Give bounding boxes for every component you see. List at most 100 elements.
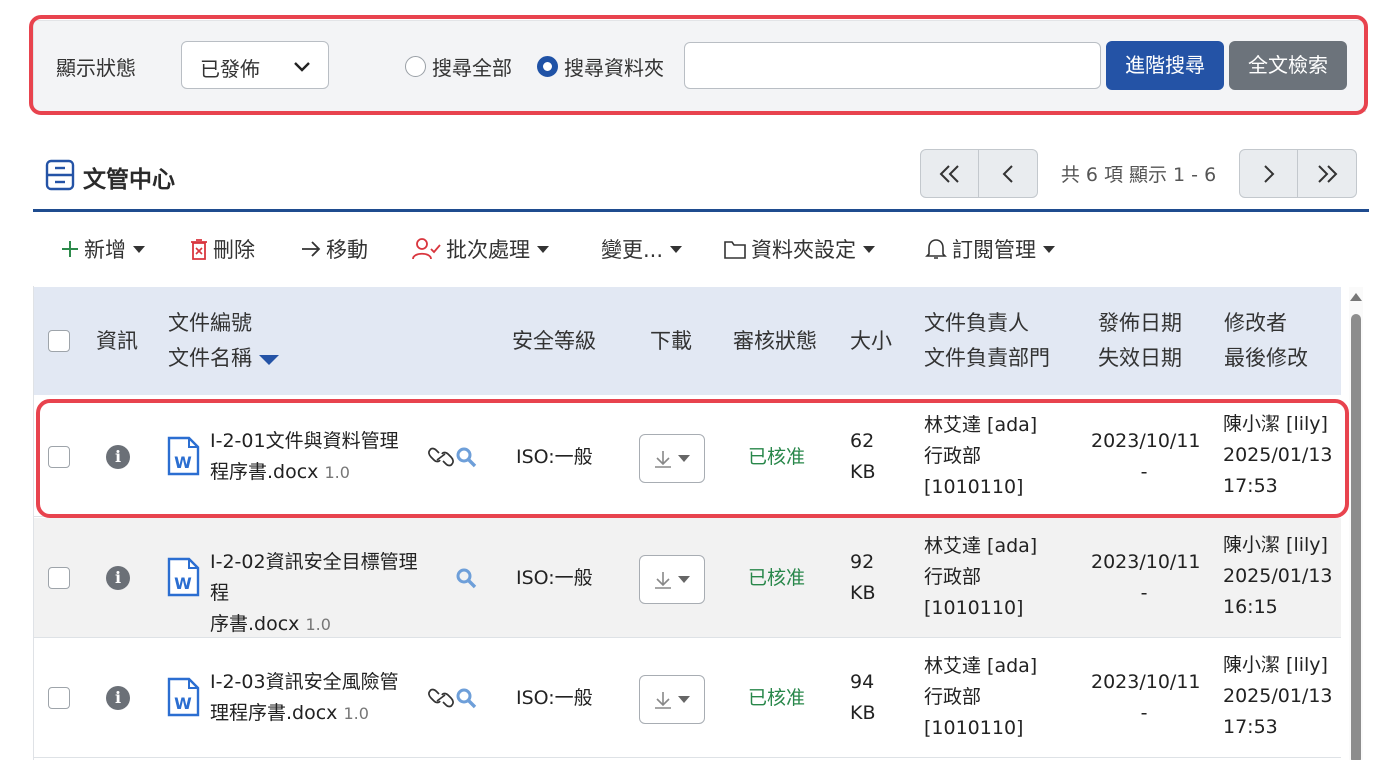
doc-name[interactable]: I-2-02資訊安全目標管理程 序書.docx 1.0	[210, 547, 425, 640]
status-select[interactable]: 已發佈	[181, 41, 329, 89]
change-menu-button[interactable]: 變更...	[601, 232, 683, 266]
owner-dept-code: [1010110]	[924, 717, 1024, 739]
download-button[interactable]	[639, 675, 705, 724]
file-size: 62 KB	[850, 426, 876, 488]
row-checkbox[interactable]	[48, 446, 70, 468]
svg-text:W: W	[174, 694, 192, 713]
last-page-button[interactable]	[1298, 149, 1357, 198]
doc-name[interactable]: I-2-01文件與資料管理 程序書.docx 1.0	[210, 426, 425, 488]
move-button[interactable]: 移動	[300, 232, 368, 266]
header-info: 資訊	[96, 329, 138, 353]
row-checkbox[interactable]	[48, 687, 70, 709]
doc-name-file: 程序書.docx	[210, 461, 319, 483]
file-size-unit: KB	[850, 702, 876, 724]
caret-down-icon	[863, 245, 875, 253]
radio-circle	[405, 56, 426, 77]
date-cell: 2023/10/11 -	[1091, 667, 1201, 729]
radio-search-all[interactable]: 搜尋全部	[405, 52, 512, 81]
plus-icon	[62, 241, 78, 257]
search-icon[interactable]	[456, 447, 478, 469]
word-file-icon: W	[167, 677, 200, 717]
sort-down-icon	[258, 355, 279, 365]
publish-date: 2023/10/11	[1091, 430, 1201, 452]
security-level: ISO:一般	[516, 446, 593, 468]
header-modifier: 修改者	[1224, 311, 1287, 335]
doc-name-file: 序書.docx	[210, 613, 300, 635]
file-size: 94 KB	[850, 667, 876, 729]
owner-name: 林艾達 [ada]	[924, 655, 1038, 677]
chevron-right-icon	[1263, 164, 1274, 183]
owner-dept: 行政部	[924, 566, 982, 588]
advanced-search-button[interactable]: 進階搜尋	[1106, 41, 1224, 90]
folder-settings-label: 資料夾設定	[751, 238, 856, 262]
header-expire: 失效日期	[1098, 346, 1182, 370]
expire-date: -	[1140, 582, 1148, 604]
link-icon[interactable]	[428, 447, 454, 467]
status-select-value: 已發佈	[200, 57, 260, 81]
download-button[interactable]	[639, 555, 705, 604]
select-all-checkbox[interactable]	[48, 330, 70, 352]
change-label: 變更...	[601, 238, 664, 262]
search-input[interactable]	[684, 42, 1101, 89]
scrollbar-thumb[interactable]	[1351, 314, 1361, 760]
next-page-button[interactable]	[1239, 149, 1298, 198]
row-checkbox[interactable]	[48, 567, 70, 589]
info-icon[interactable]: i	[106, 566, 130, 590]
owner-cell: 林艾達 [ada] 行政部 [1010110]	[924, 531, 1037, 624]
doc-name-line2: 序書.docx 1.0	[210, 609, 425, 640]
header-owner: 文件負責人	[924, 311, 1029, 335]
download-button[interactable]	[639, 434, 705, 483]
caret-down-icon	[678, 696, 690, 703]
first-page-button[interactable]	[920, 149, 979, 198]
user-check-icon	[412, 238, 441, 260]
download-icon	[655, 691, 671, 709]
doc-version: 1.0	[343, 704, 369, 723]
info-icon[interactable]: i	[106, 686, 130, 710]
caret-down-icon	[670, 245, 683, 253]
header-doc-no[interactable]: 文件編號	[168, 306, 252, 340]
search-icon[interactable]	[456, 688, 478, 710]
scroll-up-arrow-icon[interactable]	[1350, 293, 1362, 301]
download-icon	[655, 450, 671, 468]
prev-page-button[interactable]	[979, 149, 1038, 198]
word-file-icon: W	[167, 436, 200, 476]
info-icon[interactable]: i	[106, 445, 130, 469]
file-size-number: 94	[850, 671, 875, 693]
caret-down-icon	[133, 245, 145, 253]
doc-version: 1.0	[324, 463, 350, 482]
folder-icon	[724, 241, 746, 259]
owner-dept-code: [1010110]	[924, 597, 1024, 619]
double-chevron-right-icon	[1318, 164, 1338, 183]
doc-name[interactable]: I-2-03資訊安全風險管 理程序書.docx 1.0	[210, 667, 425, 729]
header-doc-name-label: 文件名稱	[168, 346, 252, 370]
search-icon[interactable]	[456, 568, 478, 590]
move-label: 移動	[326, 238, 368, 262]
header-publish: 發佈日期	[1098, 311, 1182, 335]
doc-name-file: 理程序書.docx	[210, 702, 338, 724]
subscribe-menu-button[interactable]: 訂閱管理	[924, 232, 1055, 266]
header-size: 大小	[850, 329, 892, 353]
page-title: 文管中心	[83, 167, 175, 193]
header-security: 安全等級	[512, 329, 596, 353]
radio-search-folder[interactable]: 搜尋資料夾	[537, 52, 664, 81]
caret-down-icon	[537, 245, 549, 253]
fulltext-search-button[interactable]: 全文檢索	[1229, 41, 1347, 90]
file-size: 92 KB	[850, 547, 876, 609]
doc-name-line1: I-2-02資訊安全目標管理程	[210, 551, 418, 604]
cabinet-icon	[45, 159, 75, 191]
owner-name: 林艾達 [ada]	[924, 535, 1038, 557]
review-status: 已核准	[748, 567, 806, 589]
double-chevron-left-icon	[939, 164, 959, 183]
delete-button[interactable]: 刪除	[189, 232, 255, 266]
svg-text:W: W	[174, 453, 192, 472]
header-doc-name[interactable]: 文件名稱	[168, 341, 279, 375]
add-menu-button[interactable]: 新增	[60, 232, 145, 266]
folder-settings-menu-button[interactable]: 資料夾設定	[723, 232, 875, 266]
radio-circle-selected	[537, 56, 558, 77]
delete-label: 刪除	[213, 238, 255, 262]
batch-menu-button[interactable]: 批次處理	[412, 232, 549, 266]
file-size-number: 92	[850, 551, 875, 573]
caret-down-icon	[678, 455, 690, 462]
status-label: 顯示狀態	[56, 56, 136, 80]
link-icon[interactable]	[428, 688, 454, 708]
